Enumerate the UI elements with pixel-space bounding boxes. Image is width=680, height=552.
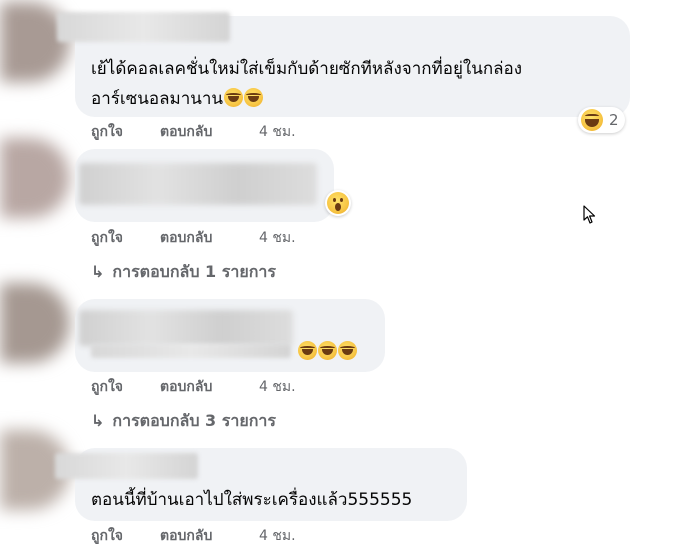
rofl-emoji-icon [338, 341, 357, 360]
rofl-emoji-icon [298, 341, 317, 360]
mouse-pointer-icon [583, 205, 596, 224]
comment-text: ตอนนี้ที่บ้านเอาไปใส่พระเครื่องแล้ว55555… [91, 485, 412, 515]
reaction-count: 2 [609, 111, 619, 129]
comment-text-line: อาร์เซนอลมานาน [91, 89, 224, 109]
avatar[interactable] [0, 283, 70, 363]
commenter-name[interactable] [55, 453, 198, 479]
like-button[interactable]: ถูกใจ [91, 228, 123, 248]
like-button[interactable]: ถูกใจ [91, 526, 123, 546]
reaction-summary[interactable]: 2 [578, 107, 625, 133]
reply-button[interactable]: ตอบกลับ [160, 526, 212, 546]
reply-button[interactable]: ตอบกลับ [160, 228, 212, 248]
haha-reaction-icon [581, 109, 603, 131]
view-replies-link[interactable]: ↳ การตอบกลับ 3 รายการ [91, 410, 276, 432]
comment-text: เย้ได้คอลเลคชั่นใหม่ใส่เข็มกับด้ายซักทีห… [91, 54, 522, 84]
rofl-emoji-icon [224, 88, 244, 107]
comment-timestamp[interactable]: 4 ชม. [259, 377, 296, 397]
comment-text: อาร์เซนอลมานาน [91, 84, 264, 114]
blurred-comment-content [79, 310, 293, 346]
rofl-emoji-icon [244, 88, 264, 107]
replies-count-label: การตอบกลับ 3 รายการ [112, 411, 276, 430]
comment-thread: เย้ได้คอลเลคชั่นใหม่ใส่เข็มกับด้ายซักทีห… [0, 0, 680, 552]
replies-count-label: การตอบกลับ 1 รายการ [112, 262, 276, 281]
like-button[interactable]: ถูกใจ [91, 377, 123, 397]
view-replies-link[interactable]: ↳ การตอบกลับ 1 รายการ [91, 261, 276, 283]
reply-arrow-icon: ↳ [91, 411, 105, 430]
wow-reaction-icon [327, 192, 349, 214]
reply-button[interactable]: ตอบกลับ [160, 122, 212, 142]
commenter-name[interactable] [91, 344, 291, 358]
reaction-summary[interactable] [325, 190, 351, 216]
like-button[interactable]: ถูกใจ [91, 122, 123, 142]
reply-button[interactable]: ตอบกลับ [160, 377, 212, 397]
comment-text-line: เย้ได้คอลเลคชั่นใหม่ใส่เข็มกับด้ายซักทีห… [91, 59, 523, 79]
comment-timestamp[interactable]: 4 ชม. [259, 122, 296, 142]
comment-text-line: ตอนนี้ที่บ้านเอาไปใส่พระเครื่องแล้ว55555… [91, 490, 413, 510]
rofl-emoji-icon [318, 341, 337, 360]
reply-arrow-icon: ↳ [91, 262, 105, 281]
comment-emoji-group [297, 341, 357, 361]
blurred-comment-content [79, 163, 317, 205]
commenter-name[interactable] [57, 12, 230, 42]
comment-timestamp[interactable]: 4 ชม. [259, 228, 296, 248]
comment-timestamp[interactable]: 4 ชม. [259, 526, 296, 546]
avatar[interactable] [0, 138, 70, 218]
